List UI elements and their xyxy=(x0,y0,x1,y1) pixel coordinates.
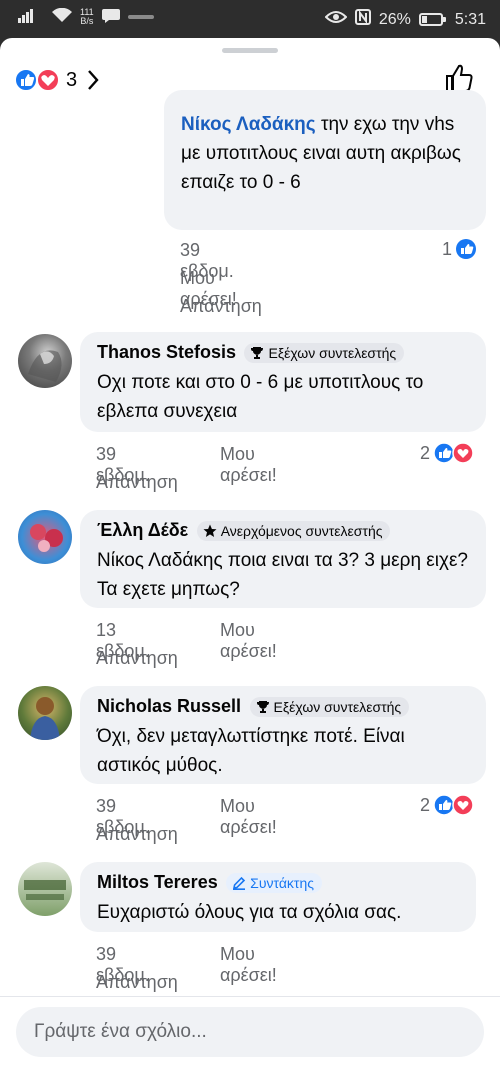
comments-sheet: 3 Νίκος Λαδάκης την εχω την vhs με υποτι… xyxy=(0,38,500,1071)
like-love-reactions-icon xyxy=(433,794,474,816)
like-love-reactions-icon xyxy=(433,442,474,464)
reply-button[interactable]: Απάντηση xyxy=(180,296,262,317)
pencil-icon xyxy=(233,876,246,890)
comment-bubble: Νίκος Λαδάκης την εχω την vhs με υποτιτλ… xyxy=(164,90,486,230)
comment-bubble: Thanos Stefosis Εξέχων συντελεστής Οχι π… xyxy=(80,332,486,432)
comment-reactions[interactable]: 2 xyxy=(420,794,475,816)
avatar[interactable] xyxy=(18,334,72,388)
commenter-name[interactable]: Miltos Tereres xyxy=(97,872,218,893)
chevron-right-icon[interactable] xyxy=(86,68,100,98)
reactions-summary-icon[interactable] xyxy=(14,68,62,92)
badge-label: Ανερχόμενος συντελεστής xyxy=(220,522,383,539)
comment-text: Οχι ποτε και στο 0 - 6 με υποτιτλους το … xyxy=(97,372,424,422)
mention-link[interactable]: Νίκος Λαδάκης xyxy=(181,114,316,135)
like-button[interactable]: Μου αρέσει! xyxy=(220,620,277,662)
reaction-count: 2 xyxy=(420,442,431,463)
trophy-icon xyxy=(251,346,264,359)
like-button[interactable]: Μου αρέσει! xyxy=(220,944,277,986)
reply-button[interactable]: Απάντηση xyxy=(96,648,178,669)
like-button[interactable]: Μου αρέσει! xyxy=(220,796,277,838)
avatar[interactable] xyxy=(18,862,72,916)
reply-button[interactable]: Απάντηση xyxy=(96,824,178,845)
comment-reactions[interactable]: 1 xyxy=(442,238,477,260)
comment-text: Όχι, δεν μεταγλωττίστηκε ποτέ. Είναι αστ… xyxy=(97,726,405,776)
wifi-icon xyxy=(52,7,72,26)
network-speed: 111 B/s xyxy=(80,8,94,26)
badge-label: Εξέχων συντελεστής xyxy=(273,698,402,715)
comment-bubble: Miltos Tereres Συντάκτης Ευχαριστώ όλους… xyxy=(80,862,476,932)
top-contributor-badge[interactable]: Εξέχων συντελεστής xyxy=(249,696,410,717)
comment-input[interactable] xyxy=(16,1007,484,1057)
battery-percent: 26% xyxy=(378,10,411,28)
reply-button[interactable]: Απάντηση xyxy=(96,972,178,993)
like-reaction-icon xyxy=(456,239,477,259)
avatar[interactable] xyxy=(18,686,72,740)
app-notification-icon xyxy=(127,10,154,24)
reaction-count: 2 xyxy=(420,794,431,815)
reaction-count: 1 xyxy=(442,238,453,259)
commenter-name[interactable]: Nicholas Russell xyxy=(97,696,241,717)
message-notification-icon xyxy=(101,8,120,26)
status-right: 26% 5:31 xyxy=(324,9,486,30)
comment-reactions[interactable]: 2 xyxy=(420,442,475,464)
reactions-count[interactable]: 3 xyxy=(66,69,77,92)
trophy-icon xyxy=(256,700,269,713)
reply-button[interactable]: Απάντηση xyxy=(96,472,178,493)
status-left: 111 B/s xyxy=(18,8,154,26)
comment-text: Νίκος Λαδάκης την εχω την vhs με υποτιτλ… xyxy=(181,110,471,197)
signal-icon xyxy=(18,8,44,26)
battery-icon xyxy=(418,13,446,26)
comment-text: Νίκος Λαδάκης ποια ειναι τα 3? 3 μερη ει… xyxy=(97,550,469,600)
comment-bubble: Έλλη Δέδε Ανερχόμενος συντελεστής Νίκος … xyxy=(80,510,486,608)
eye-icon xyxy=(324,10,348,29)
editor-badge[interactable]: Συντάκτης xyxy=(226,872,322,893)
comment-bubble: Nicholas Russell Εξέχων συντελεστής Όχι,… xyxy=(80,686,486,784)
star-icon xyxy=(203,524,217,537)
network-speed-unit: B/s xyxy=(80,16,94,26)
badge-label: Συντάκτης xyxy=(250,874,314,891)
top-contributor-badge[interactable]: Εξέχων συντελεστής xyxy=(244,342,405,363)
comment-text: Ευχαριστώ όλους για τα σχόλια σας. xyxy=(97,902,402,923)
commenter-name[interactable]: Έλλη Δέδε xyxy=(97,520,188,541)
rising-contributor-badge[interactable]: Ανερχόμενος συντελεστής xyxy=(196,520,391,541)
like-button[interactable]: Μου αρέσει! xyxy=(220,444,277,486)
drag-handle[interactable] xyxy=(222,48,278,53)
avatar[interactable] xyxy=(18,510,72,564)
comment-composer xyxy=(0,996,500,1071)
clock: 5:31 xyxy=(454,10,486,28)
badge-label: Εξέχων συντελεστής xyxy=(268,344,397,361)
status-bar: 111 B/s 26% 5:31 xyxy=(0,0,500,38)
commenter-name[interactable]: Thanos Stefosis xyxy=(97,342,236,363)
nfc-icon xyxy=(354,9,371,30)
